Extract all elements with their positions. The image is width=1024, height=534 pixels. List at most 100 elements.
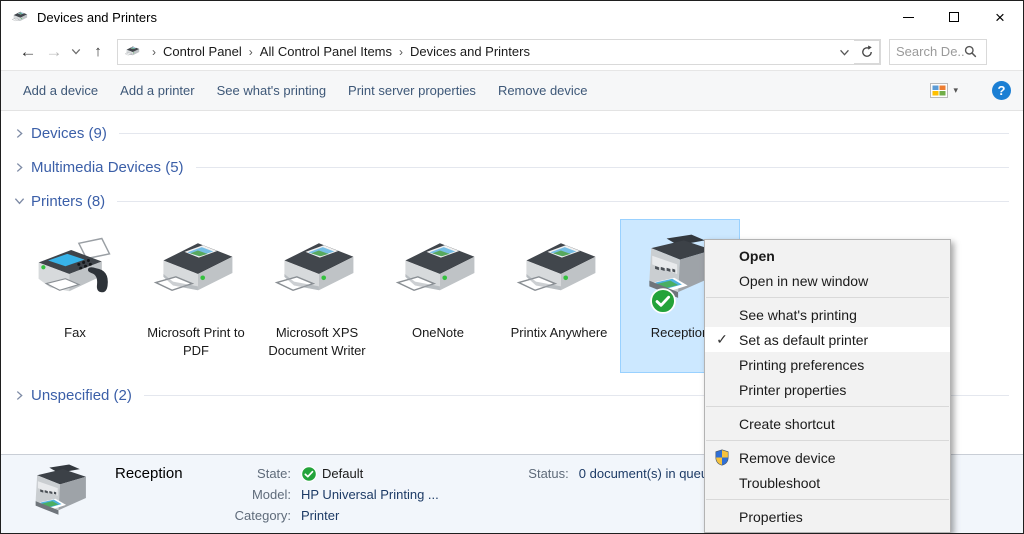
menu-gutter [705,449,739,466]
menu-item-label: See what's printing [739,307,857,323]
menu-separator [706,499,949,500]
menu-item-label: Open in new window [739,273,868,289]
model-value: HP Universal Printing ... [301,484,439,505]
menu-item-printer-properties[interactable]: Printer properties [705,377,950,402]
menu-item-remove-device[interactable]: Remove device [705,445,950,470]
minimize-icon [903,17,914,18]
menu-item-set-as-default-printer[interactable]: ✓ Set as default printer [705,327,950,352]
view-dropdown-caret-icon: ▾ [953,85,958,96]
breadcrumb-printer-icon [124,45,141,59]
printer-icon [271,235,363,311]
category-value: Printer [301,505,439,526]
menu-item-see-whats-printing[interactable]: See what's printing [705,302,950,327]
search-input[interactable] [896,44,964,59]
see-whats-printing-button[interactable]: See what's printing [217,83,326,98]
printer-tile-fax[interactable]: Fax [15,219,135,373]
add-device-button[interactable]: Add a device [23,83,98,98]
breadcrumb-separator-icon: › [399,45,403,59]
menu-separator [706,406,949,407]
minimize-button[interactable] [885,1,931,33]
toolbar-right: ▾ ? [930,81,1023,100]
menu-item-create-shortcut[interactable]: Create shortcut [705,411,950,436]
details-values: Default HP Universal Printing ... Printe… [301,463,439,533]
menu-item-open[interactable]: Open [705,243,950,268]
group-rule [117,201,1009,202]
menu-item-label: Properties [739,509,803,525]
breadcrumb[interactable]: › Control Panel › All Control Panel Item… [118,40,854,64]
chevron-right-icon [11,162,27,173]
menu-item-label: Printer properties [739,382,846,398]
navigation-bar: ← → ↑ › Control Panel › All Control Pane… [1,33,1023,71]
remove-device-button[interactable]: Remove device [498,83,588,98]
breadcrumb-item-devices-printers[interactable]: Devices and Printers [410,44,530,59]
chevron-down-icon [11,197,27,205]
forward-button[interactable]: → [41,42,67,62]
refresh-button[interactable] [854,40,880,64]
model-label: Model: [252,484,291,505]
status-label-col: Status: [503,463,569,533]
chevron-right-icon [11,390,27,401]
printer-tile-label: OneNote [412,324,464,342]
printer-icon [392,235,484,311]
search-icon [964,45,977,58]
menu-item-troubleshoot[interactable]: Troubleshoot [705,470,950,495]
breadcrumb-item-all-items[interactable]: All Control Panel Items [260,44,392,59]
history-dropdown-button[interactable] [67,48,85,55]
refresh-icon [860,45,874,59]
group-rule [119,133,1009,134]
menu-item-label: Open [739,248,775,264]
printer-tile-label: Microsoft XPS Document Writer [261,324,373,360]
category-label: Category: [235,505,291,526]
printer-tile-xps-writer[interactable]: Microsoft XPS Document Writer [257,219,377,373]
group-label: Devices (9) [31,125,107,142]
menu-item-properties[interactable]: Properties [705,504,950,529]
menu-item-label: Create shortcut [739,416,835,432]
address-dropdown-icon[interactable] [839,44,850,59]
window-controls: × [885,1,1023,33]
printer-icon [150,235,242,311]
printer-tile-onenote[interactable]: OneNote [378,219,498,373]
change-view-button[interactable]: ▾ [930,83,958,98]
group-header-printers[interactable]: Printers (8) [11,189,1009,213]
state-label: State: [257,463,291,484]
menu-item-open-in-new-window[interactable]: Open in new window [705,268,950,293]
default-check-icon [301,466,317,482]
print-server-properties-button[interactable]: Print server properties [348,83,476,98]
window-title: Devices and Printers [37,10,157,25]
menu-item-label: Troubleshoot [739,475,820,491]
status-value-col: 0 document(s) in queue [579,463,716,533]
printer-tile-ms-print-to-pdf[interactable]: Microsoft Print to PDF [136,219,256,373]
fax-printer-icon [29,235,121,311]
app-printer-icon [11,10,29,25]
printer-context-menu: Open Open in new window See what's print… [704,239,951,533]
printer-tile-printix-anywhere[interactable]: Printix Anywhere [499,219,619,373]
menu-item-label: Printing preferences [739,357,864,373]
breadcrumb-separator-icon: › [152,45,156,59]
group-header-devices[interactable]: Devices (9) [11,121,1009,145]
default-printer-badge-icon [650,288,676,314]
add-printer-button[interactable]: Add a printer [120,83,194,98]
up-button[interactable]: ↑ [85,43,111,60]
maximize-button[interactable] [931,1,977,33]
help-button[interactable]: ? [992,81,1011,100]
checkmark-icon: ✓ [716,331,728,348]
selected-printer-icon [21,463,99,527]
search-box[interactable] [889,39,987,65]
command-toolbar: Add a device Add a printer See what's pr… [1,71,1023,111]
menu-item-label: Remove device [739,450,836,466]
state-value: Default [301,463,439,484]
menu-item-label: Set as default printer [739,332,868,348]
details-grid: State: Model: Category: Default HP Unive… [225,463,715,533]
address-bar-group: › Control Panel › All Control Panel Item… [117,39,881,65]
maximize-icon [949,12,959,22]
status-value: 0 document(s) in queue [579,463,716,484]
group-header-multimedia[interactable]: Multimedia Devices (5) [11,155,1009,179]
devices-and-printers-window: Devices and Printers × ← → ↑ › Control P… [0,0,1024,534]
close-button[interactable]: × [977,1,1023,33]
breadcrumb-item-control-panel[interactable]: Control Panel [163,44,242,59]
printer-tile-label: Microsoft Print to PDF [140,324,252,360]
group-label: Printers (8) [31,193,105,210]
menu-separator [706,440,949,441]
menu-item-printing-preferences[interactable]: Printing preferences [705,352,950,377]
back-button[interactable]: ← [15,42,41,62]
